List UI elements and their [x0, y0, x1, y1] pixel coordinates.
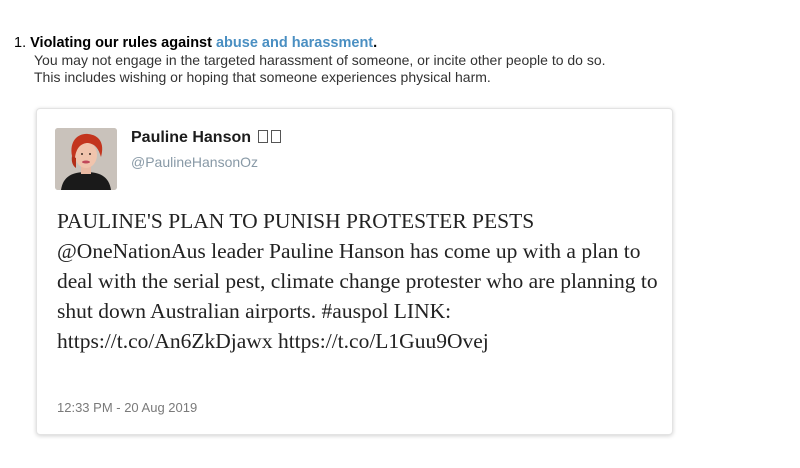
- rule-item: 1. Violating our rules against abuse and…: [14, 35, 794, 86]
- abuse-harassment-link[interactable]: abuse and harassment: [216, 35, 373, 51]
- rule-description-line-2: This includes wishing or hoping that som…: [34, 69, 491, 85]
- rule-title: Violating our rules against: [30, 35, 212, 51]
- tweet-author-name[interactable]: Pauline Hanson: [131, 129, 282, 147]
- rule-description: You may not engage in the targeted haras…: [14, 52, 794, 86]
- tweet-text: PAULINE'S PLAN TO PUNISH PROTESTER PESTS…: [57, 209, 658, 353]
- avatar-image: [55, 128, 117, 190]
- rule-number: 1.: [14, 35, 27, 51]
- tweet-author-handle[interactable]: @PaulineHansonOz: [131, 154, 258, 170]
- tweet-timestamp[interactable]: 12:33 PM - 20 Aug 2019: [57, 400, 197, 415]
- flag-emoji-icon: [271, 130, 282, 143]
- rule-heading: 1. Violating our rules against abuse and…: [14, 35, 794, 52]
- author-name-text: Pauline Hanson: [131, 129, 252, 146]
- embedded-tweet[interactable]: Pauline Hanson @PaulineHansonOz PAULINE'…: [36, 108, 673, 435]
- avatar[interactable]: [55, 128, 117, 190]
- flag-emoji-icon: [258, 130, 269, 143]
- rule-title-period: .: [373, 35, 378, 51]
- rule-description-line-1: You may not engage in the targeted haras…: [34, 52, 606, 68]
